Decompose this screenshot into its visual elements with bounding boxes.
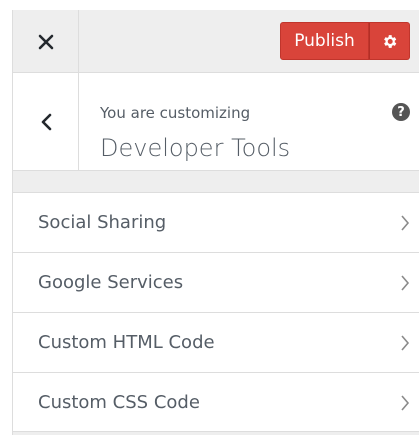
close-button[interactable] <box>13 10 79 73</box>
back-button[interactable] <box>13 73 79 171</box>
publish-settings-button[interactable] <box>369 22 410 60</box>
gear-icon <box>384 34 397 48</box>
chevron-right-icon <box>401 395 410 411</box>
chevron-right-icon <box>401 275 410 291</box>
chevron-right-icon <box>401 335 410 351</box>
chevron-right-icon <box>401 215 410 231</box>
section-google-services[interactable]: Google Services <box>13 252 419 312</box>
help-symbol: ? <box>397 104 405 120</box>
section-custom-html-code[interactable]: Custom HTML Code <box>13 312 419 372</box>
section-label: Google Services <box>38 272 184 293</box>
section-label: Custom CSS Code <box>38 391 200 413</box>
customizing-info: You are customizing Developer Tools ? <box>13 73 419 171</box>
section-social-sharing[interactable]: Social Sharing <box>13 192 419 252</box>
customizing-subtitle: You are customizing <box>100 104 251 122</box>
publish-button[interactable]: Publish <box>280 22 369 60</box>
chevron-left-icon <box>41 113 51 131</box>
section-label: Social Sharing <box>38 212 167 233</box>
page-title: Developer Tools <box>100 134 291 162</box>
close-icon <box>38 34 53 49</box>
section-list: Social Sharing Google Services Custom HT… <box>13 192 419 432</box>
help-icon[interactable]: ? <box>392 103 410 121</box>
publish-group: Publish <box>280 22 410 60</box>
section-label: Custom HTML Code <box>38 332 215 353</box>
customizer-header: Publish <box>13 10 419 73</box>
customizer-panel: Publish You are customizing Developer To… <box>12 10 419 435</box>
section-custom-css-code[interactable]: Custom CSS Code <box>13 372 419 432</box>
